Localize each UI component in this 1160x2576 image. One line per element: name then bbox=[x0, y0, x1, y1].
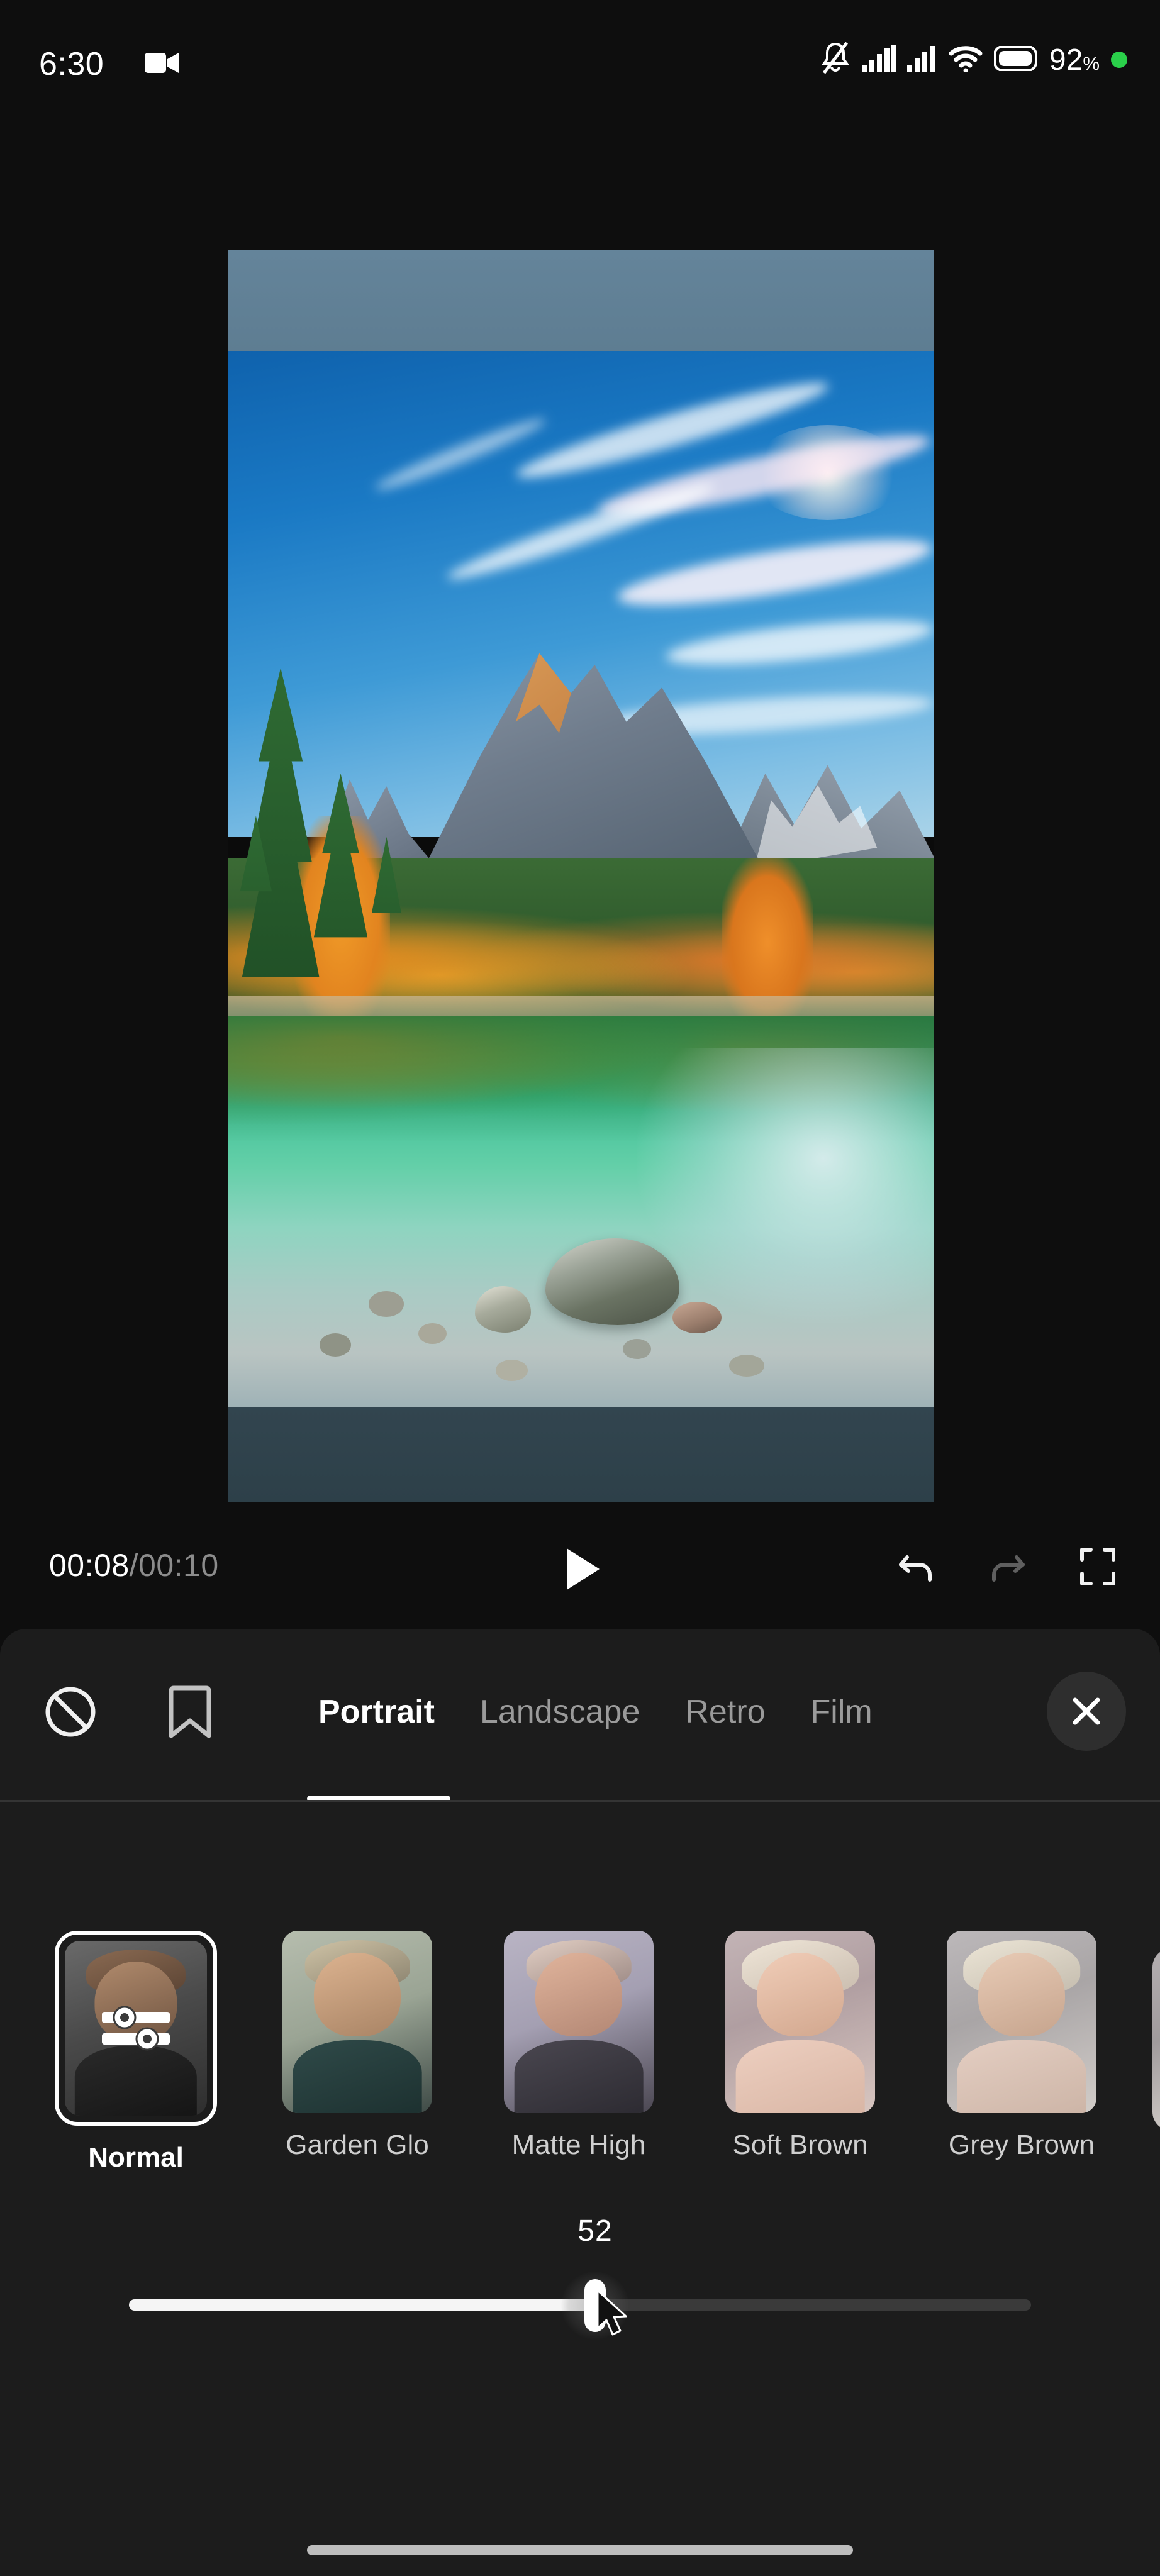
portrait-face bbox=[535, 1952, 623, 2037]
fullscreen-button[interactable] bbox=[1073, 1542, 1122, 1591]
filter-tab-bar: Portrait Landscape Retro Film bbox=[0, 1629, 1160, 1797]
total-time-label: 00:10 bbox=[138, 1548, 219, 1583]
status-bar: 6:30 92% bbox=[0, 0, 1160, 94]
battery-percent-label: 92% bbox=[1049, 43, 1100, 77]
portrait-body bbox=[957, 2040, 1086, 2113]
filter-list[interactable]: Normal Garden Glo Matte High Soft Brown … bbox=[0, 1931, 1160, 2201]
slider-fill bbox=[129, 2299, 595, 2311]
tab-portrait[interactable]: Portrait bbox=[296, 1679, 457, 1745]
tab-film[interactable]: Film bbox=[788, 1679, 895, 1745]
portrait-body bbox=[514, 2040, 644, 2113]
letterbox-top-bar bbox=[228, 250, 934, 351]
tab-retro[interactable]: Retro bbox=[662, 1679, 788, 1745]
filter-thumbnail bbox=[65, 1941, 207, 2116]
filter-thumb-selected[interactable] bbox=[55, 1931, 217, 2126]
app-screen: 6:30 92% 00:08/00:10 Portrait Landscape … bbox=[0, 0, 1160, 2576]
playback-time: 00:08/00:10 bbox=[49, 1547, 219, 1584]
filter-thumbnail bbox=[504, 1931, 654, 2113]
battery-icon bbox=[993, 45, 1038, 74]
filter-thumb[interactable] bbox=[504, 1931, 654, 2113]
bell-muted-icon bbox=[820, 42, 850, 79]
recording-indicator-dot bbox=[1111, 52, 1127, 68]
bookmark-button[interactable] bbox=[157, 1679, 223, 1745]
adjust-sliders-icon bbox=[102, 2006, 170, 2051]
filter-thumbnail bbox=[282, 1931, 432, 2113]
current-time-label: 00:08 bbox=[49, 1548, 130, 1583]
time-separator: / bbox=[129, 1548, 139, 1583]
filter-label: Normal bbox=[88, 2142, 184, 2173]
filter-thumbnail bbox=[947, 1931, 1096, 2113]
signal-bars-icon bbox=[861, 44, 896, 75]
filter-item-grey-brown[interactable]: Grey Brown bbox=[911, 1931, 1132, 2161]
filter-label: Matte High bbox=[511, 2129, 646, 2160]
portrait-body bbox=[293, 2040, 422, 2113]
tab-retro-label: Retro bbox=[685, 1694, 766, 1730]
video-camera-icon bbox=[145, 50, 179, 75]
pebble bbox=[623, 1338, 652, 1359]
home-indicator[interactable] bbox=[307, 2545, 853, 2555]
filter-item-normal[interactable]: Normal bbox=[25, 1931, 247, 2174]
undo-icon bbox=[899, 1555, 932, 1582]
close-button[interactable] bbox=[1047, 1672, 1126, 1751]
water-reflection-sky bbox=[637, 1048, 934, 1323]
portrait-face bbox=[978, 1952, 1066, 2037]
play-button[interactable] bbox=[552, 1541, 608, 1597]
undo-button[interactable] bbox=[892, 1542, 941, 1591]
portrait-face bbox=[756, 1952, 844, 2037]
mouse-cursor-icon bbox=[596, 2289, 627, 2336]
signal-bars-secondary-icon bbox=[906, 45, 937, 75]
filter-item-garden-glow[interactable]: Garden Glo bbox=[247, 1931, 468, 2161]
tab-portrait-label: Portrait bbox=[318, 1694, 435, 1730]
no-filter-icon bbox=[45, 1687, 96, 1737]
no-filter-button[interactable] bbox=[38, 1679, 103, 1745]
letterbox-bottom-bar bbox=[228, 1407, 934, 1502]
bookmark-icon bbox=[169, 1685, 211, 1738]
redo-button[interactable] bbox=[983, 1542, 1032, 1591]
filter-item-soft-brown[interactable]: Soft Brown bbox=[689, 1931, 911, 2161]
filter-thumb[interactable] bbox=[282, 1931, 432, 2113]
filter-intensity-slider[interactable]: 52 bbox=[0, 2214, 1160, 2352]
pebble bbox=[496, 1360, 528, 1381]
filter-thumb[interactable] bbox=[947, 1931, 1096, 2113]
filter-label: Garden Glo bbox=[286, 2129, 429, 2160]
redo-icon bbox=[992, 1555, 1025, 1582]
slider-value-label: 52 bbox=[577, 2214, 613, 2248]
wifi-icon bbox=[949, 45, 983, 75]
fullscreen-icon bbox=[1080, 1548, 1115, 1585]
filter-thumbnail bbox=[725, 1931, 875, 2113]
tab-landscape-label: Landscape bbox=[479, 1694, 640, 1730]
portrait-body bbox=[735, 2040, 865, 2113]
tab-landscape[interactable]: Landscape bbox=[457, 1679, 662, 1745]
tab-bar-divider bbox=[0, 1800, 1160, 1802]
video-preview[interactable] bbox=[228, 250, 934, 1502]
filter-label: Grey Brown bbox=[948, 2129, 1095, 2160]
pebble bbox=[418, 1323, 447, 1345]
play-icon bbox=[567, 1548, 600, 1590]
filter-thumb-partial-next[interactable] bbox=[1152, 1948, 1160, 2131]
filter-category-tabs: Portrait Landscape Retro Film bbox=[296, 1679, 895, 1745]
player-controls: 00:08/00:10 bbox=[0, 1524, 1160, 1613]
status-bar-indicators: 92% bbox=[820, 42, 1127, 78]
pebble bbox=[728, 1355, 764, 1377]
filter-item-matte-high[interactable]: Matte High bbox=[468, 1931, 689, 2161]
player-action-buttons bbox=[892, 1542, 1122, 1591]
tab-film-label: Film bbox=[810, 1694, 873, 1730]
status-bar-clock: 6:30 bbox=[39, 46, 104, 82]
video-frame-content bbox=[228, 351, 934, 1407]
portrait-body bbox=[74, 2045, 198, 2116]
filter-thumb[interactable] bbox=[725, 1931, 875, 2113]
portrait-face bbox=[313, 1952, 401, 2037]
close-icon bbox=[1073, 1697, 1100, 1725]
pebble bbox=[369, 1291, 404, 1317]
filter-label: Soft Brown bbox=[732, 2129, 868, 2160]
